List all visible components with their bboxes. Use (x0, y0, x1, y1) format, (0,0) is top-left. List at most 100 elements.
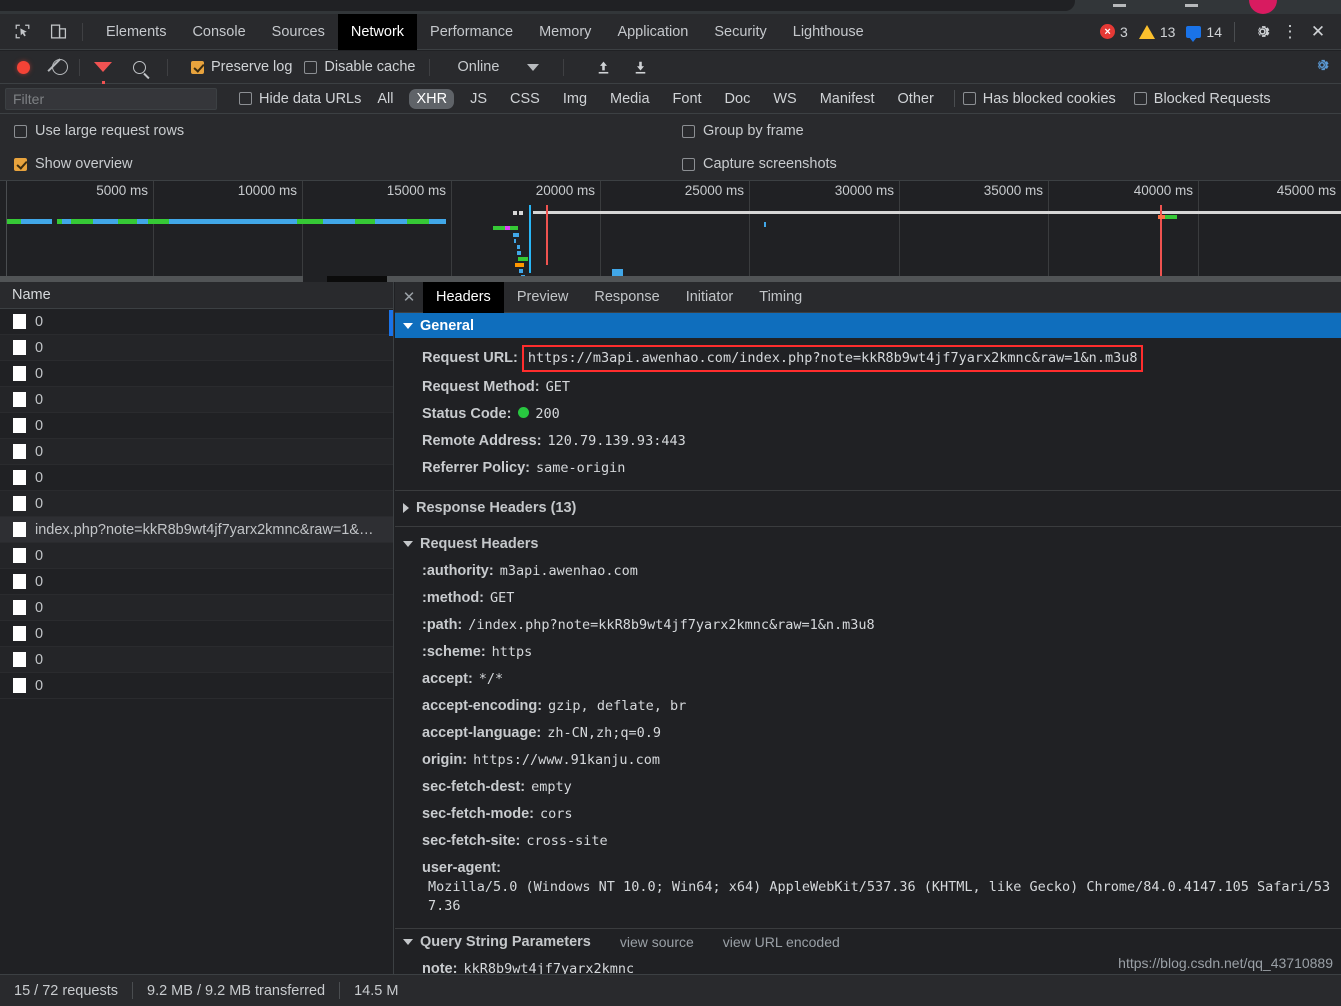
table-row[interactable]: 0 (0, 621, 393, 647)
filter-funnel-icon[interactable] (94, 62, 112, 87)
filter-type-manifest[interactable]: Manifest (813, 89, 882, 109)
close-icon[interactable]: ✕ (1305, 19, 1331, 45)
use-large-request-rows-checkbox[interactable]: Use large request rows (14, 123, 184, 139)
table-row[interactable]: 0 (0, 413, 393, 439)
header-row: sec-fetch-mode: cors (395, 801, 1341, 828)
group-by-frame-checkbox[interactable]: Group by frame (682, 123, 804, 139)
gear-icon[interactable] (1249, 19, 1275, 45)
close-panel-icon[interactable]: ✕ (395, 282, 423, 313)
request-name: 0 (35, 339, 44, 356)
section-request-headers-header[interactable]: Request Headers (395, 531, 1341, 556)
error-count[interactable]: × 3 (1100, 24, 1128, 40)
hide-data-urls-label: Hide data URLs (259, 90, 362, 107)
network-settings-gear-icon[interactable] (1313, 56, 1331, 79)
referrer-policy-value: same-origin (536, 460, 626, 476)
clear-icon[interactable] (52, 59, 68, 75)
checkbox-box (682, 157, 695, 171)
filter-type-css[interactable]: CSS (503, 89, 547, 109)
hide-data-urls-checkbox[interactable]: Hide data URLs (239, 91, 361, 107)
record-button[interactable] (17, 60, 30, 74)
browser-tab[interactable] (0, 0, 1075, 11)
table-row[interactable]: 0 (0, 595, 393, 621)
throttle-select-value[interactable]: Online (457, 59, 499, 75)
filter-type-img[interactable]: Img (556, 89, 594, 109)
network-overview-timeline[interactable]: 5000 ms 10000 ms 15000 ms 20000 ms 25000… (0, 181, 1341, 282)
tab-elements[interactable]: Elements (93, 14, 179, 50)
filter-type-media[interactable]: Media (603, 89, 657, 109)
tab-memory[interactable]: Memory (526, 14, 604, 50)
table-row[interactable]: 0 (0, 361, 393, 387)
tabbar-divider (82, 22, 83, 41)
request-name: 0 (35, 599, 44, 616)
import-har-icon[interactable] (595, 59, 612, 76)
toolbar-divider (79, 58, 80, 76)
section-response-headers-header[interactable]: Response Headers (13) (395, 495, 1341, 520)
device-toolbar-icon[interactable] (44, 18, 72, 46)
tab-console[interactable]: Console (179, 14, 258, 50)
view-source-link[interactable]: view source (620, 934, 694, 950)
column-header-name[interactable]: Name (0, 282, 393, 309)
has-blocked-cookies-checkbox[interactable]: Has blocked cookies (962, 91, 1116, 107)
search-input[interactable]: Filter (5, 87, 217, 110)
filter-type-ws[interactable]: WS (766, 89, 803, 109)
filter-type-all[interactable]: All (370, 89, 400, 109)
search-icon[interactable] (133, 60, 146, 74)
filter-type-doc[interactable]: Doc (718, 89, 758, 109)
tab-sources[interactable]: Sources (259, 14, 338, 50)
info-count[interactable]: 14 (1175, 24, 1222, 42)
header-row: :scheme: https (395, 639, 1341, 666)
overview-request-bar (57, 219, 446, 224)
table-row[interactable]: 0 (0, 647, 393, 673)
table-row[interactable]: 0 (0, 569, 393, 595)
file-icon (13, 392, 26, 407)
tab-performance[interactable]: Performance (417, 14, 526, 50)
disable-cache-checkbox[interactable]: Disable cache (304, 59, 415, 75)
avatar[interactable] (1249, 0, 1277, 14)
table-row[interactable]: 0 (0, 387, 393, 413)
capture-screenshots-checkbox[interactable]: Capture screenshots (682, 156, 837, 172)
table-row[interactable]: 0 (0, 439, 393, 465)
tab-timing[interactable]: Timing (746, 282, 815, 313)
show-overview-checkbox[interactable]: Show overview (14, 156, 133, 172)
overview-gridline (749, 181, 750, 282)
window-maximize-button[interactable] (1185, 4, 1198, 7)
section-query-string-header[interactable]: Query String Parameters view source view… (395, 929, 1341, 955)
view-url-encoded-link[interactable]: view URL encoded (723, 934, 840, 950)
table-row-selected[interactable]: index.php?note=kkR8b9wt4jf7yarx2kmnc&raw… (0, 517, 393, 543)
header-row: accept-language: zh-CN,zh;q=0.9 (395, 720, 1341, 747)
warning-count[interactable]: 13 (1128, 24, 1175, 40)
preserve-log-checkbox[interactable]: Preserve log (191, 59, 292, 75)
request-name: 0 (35, 365, 44, 382)
kebab-menu-icon[interactable]: ⋮ (1277, 19, 1303, 45)
tab-headers[interactable]: Headers (423, 282, 504, 313)
tab-response[interactable]: Response (581, 282, 672, 313)
table-row[interactable]: 0 (0, 543, 393, 569)
table-row[interactable]: 0 (0, 309, 393, 335)
chevron-down-icon (403, 939, 413, 945)
section-general-header[interactable]: General (395, 313, 1341, 338)
tab-preview[interactable]: Preview (504, 282, 582, 313)
table-row[interactable]: 0 (0, 491, 393, 517)
tab-initiator[interactable]: Initiator (673, 282, 747, 313)
filter-type-js[interactable]: JS (463, 89, 494, 109)
chevron-down-icon[interactable] (527, 63, 540, 71)
tab-lighthouse[interactable]: Lighthouse (780, 14, 877, 50)
blocked-requests-checkbox[interactable]: Blocked Requests (1133, 91, 1271, 107)
window-minimize-button[interactable] (1113, 4, 1126, 7)
filter-type-xhr[interactable]: XHR (409, 88, 455, 109)
header-value: m3api.awenhao.com (499, 563, 638, 579)
overview-gridline (1048, 181, 1049, 282)
export-har-icon[interactable] (632, 59, 649, 76)
tab-security[interactable]: Security (701, 14, 779, 50)
filter-type-font[interactable]: Font (666, 89, 709, 109)
tab-network[interactable]: Network (337, 13, 418, 50)
table-row[interactable]: 0 (0, 335, 393, 361)
filter-type-other[interactable]: Other (891, 89, 941, 109)
tab-application[interactable]: Application (604, 14, 701, 50)
inspect-element-icon[interactable] (8, 18, 36, 46)
request-list[interactable]: Name 0 0 0 0 0 0 0 0 index.php?note=kkR8… (0, 282, 394, 974)
checkbox-box (682, 124, 695, 138)
request-url-value[interactable]: https://m3api.awenhao.com/index.php?note… (521, 345, 1144, 372)
table-row[interactable]: 0 (0, 465, 393, 491)
table-row[interactable]: 0 (0, 673, 393, 699)
